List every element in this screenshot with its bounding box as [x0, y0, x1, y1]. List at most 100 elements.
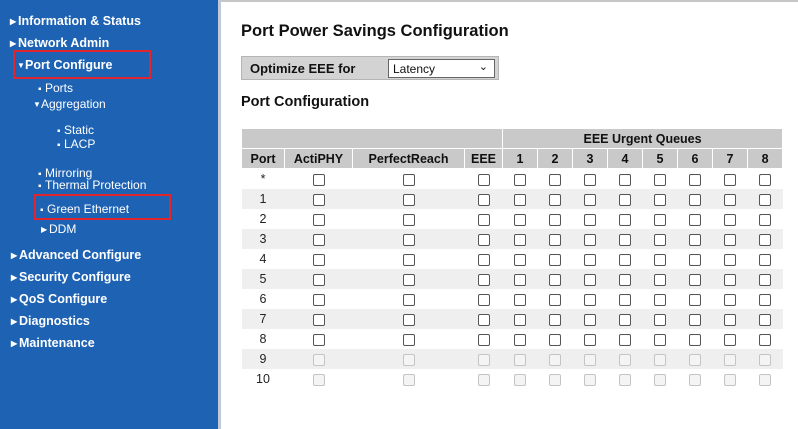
perfectreach-checkbox[interactable] — [402, 233, 415, 246]
queue-3-checkbox[interactable] — [584, 193, 596, 206]
queue-5-checkbox[interactable] — [654, 273, 666, 286]
queue-2-checkbox[interactable] — [549, 273, 561, 286]
perfectreach-checkbox[interactable] — [402, 273, 415, 286]
queue-7-checkbox[interactable] — [724, 173, 736, 186]
queue-6-checkbox[interactable] — [689, 293, 701, 306]
queue-3-checkbox[interactable] — [584, 273, 596, 286]
actiphy-checkbox[interactable] — [312, 293, 325, 306]
queue-1-checkbox[interactable] — [514, 333, 526, 346]
queue-4-checkbox[interactable] — [619, 193, 631, 206]
queue-3-checkbox[interactable] — [584, 293, 596, 306]
nav-network-admin[interactable]: ▶ Network Admin — [10, 36, 109, 51]
queue-7-checkbox[interactable] — [724, 273, 736, 286]
queue-7-checkbox[interactable] — [724, 253, 736, 266]
actiphy-checkbox[interactable] — [312, 313, 325, 326]
eee-checkbox[interactable] — [477, 213, 490, 226]
nav-diagnostics[interactable]: ▶ Diagnostics — [11, 314, 90, 329]
nav-information-status[interactable]: ▶ Information & Status — [10, 14, 141, 29]
queue-4-checkbox[interactable] — [619, 313, 631, 326]
actiphy-checkbox[interactable] — [312, 273, 325, 286]
queue-4-checkbox[interactable] — [619, 233, 631, 246]
queue-6-checkbox[interactable] — [689, 333, 701, 346]
queue-7-checkbox[interactable] — [724, 233, 736, 246]
eee-checkbox[interactable] — [477, 193, 490, 206]
queue-2-checkbox[interactable] — [549, 193, 561, 206]
queue-1-checkbox[interactable] — [514, 213, 526, 226]
perfectreach-checkbox[interactable] — [402, 293, 415, 306]
optimize-eee-select[interactable]: Latency ⌄ — [388, 59, 495, 78]
queue-3-checkbox[interactable] — [584, 233, 596, 246]
nav-aggregation[interactable]: ▼Aggregation — [33, 97, 106, 112]
queue-2-checkbox[interactable] — [549, 213, 561, 226]
perfectreach-checkbox[interactable] — [402, 213, 415, 226]
queue-7-checkbox[interactable] — [724, 313, 736, 326]
queue-1-checkbox[interactable] — [514, 173, 526, 186]
queue-7-checkbox[interactable] — [724, 193, 736, 206]
nav-qos-configure[interactable]: ▶ QoS Configure — [11, 292, 107, 307]
queue-2-checkbox[interactable] — [549, 293, 561, 306]
queue-8-checkbox[interactable] — [759, 313, 772, 326]
queue-1-checkbox[interactable] — [514, 253, 526, 266]
eee-checkbox[interactable] — [477, 333, 490, 346]
queue-3-checkbox[interactable] — [584, 173, 596, 186]
queue-5-checkbox[interactable] — [654, 293, 666, 306]
queue-6-checkbox[interactable] — [689, 253, 701, 266]
queue-8-checkbox[interactable] — [759, 213, 772, 226]
queue-8-checkbox[interactable] — [759, 333, 772, 346]
queue-5-checkbox[interactable] — [654, 233, 666, 246]
queue-6-checkbox[interactable] — [689, 273, 701, 286]
queue-2-checkbox[interactable] — [549, 333, 561, 346]
queue-5-checkbox[interactable] — [654, 313, 666, 326]
eee-checkbox[interactable] — [477, 233, 490, 246]
queue-8-checkbox[interactable] — [759, 253, 772, 266]
nav-security-configure[interactable]: ▶ Security Configure — [11, 270, 131, 285]
queue-1-checkbox[interactable] — [514, 233, 526, 246]
queue-4-checkbox[interactable] — [619, 293, 631, 306]
queue-3-checkbox[interactable] — [584, 313, 596, 326]
queue-2-checkbox[interactable] — [549, 313, 561, 326]
eee-checkbox[interactable] — [477, 173, 490, 186]
queue-5-checkbox[interactable] — [654, 333, 666, 346]
queue-2-checkbox[interactable] — [549, 253, 561, 266]
queue-8-checkbox[interactable] — [759, 193, 772, 206]
actiphy-checkbox[interactable] — [312, 233, 325, 246]
perfectreach-checkbox[interactable] — [402, 253, 415, 266]
queue-7-checkbox[interactable] — [724, 293, 736, 306]
eee-checkbox[interactable] — [477, 293, 490, 306]
perfectreach-checkbox[interactable] — [402, 333, 415, 346]
perfectreach-checkbox[interactable] — [402, 173, 415, 186]
queue-2-checkbox[interactable] — [549, 233, 561, 246]
queue-4-checkbox[interactable] — [619, 333, 631, 346]
eee-checkbox[interactable] — [477, 273, 490, 286]
queue-6-checkbox[interactable] — [689, 193, 701, 206]
queue-4-checkbox[interactable] — [619, 273, 631, 286]
queue-3-checkbox[interactable] — [584, 333, 596, 346]
nav-ports[interactable]: ▪ Ports — [38, 81, 73, 97]
queue-6-checkbox[interactable] — [689, 313, 701, 326]
nav-maintenance[interactable]: ▶ Maintenance — [11, 336, 95, 351]
perfectreach-checkbox[interactable] — [402, 313, 415, 326]
actiphy-checkbox[interactable] — [312, 213, 325, 226]
actiphy-checkbox[interactable] — [312, 253, 325, 266]
queue-7-checkbox[interactable] — [724, 333, 736, 346]
queue-1-checkbox[interactable] — [514, 273, 526, 286]
queue-4-checkbox[interactable] — [619, 173, 631, 186]
actiphy-checkbox[interactable] — [312, 173, 325, 186]
eee-checkbox[interactable] — [477, 253, 490, 266]
queue-5-checkbox[interactable] — [654, 253, 666, 266]
actiphy-checkbox[interactable] — [312, 333, 325, 346]
queue-7-checkbox[interactable] — [724, 213, 736, 226]
queue-6-checkbox[interactable] — [689, 173, 701, 186]
queue-2-checkbox[interactable] — [549, 173, 561, 186]
queue-6-checkbox[interactable] — [689, 213, 701, 226]
nav-advanced-configure[interactable]: ▶ Advanced Configure — [11, 248, 141, 263]
queue-4-checkbox[interactable] — [619, 253, 631, 266]
queue-8-checkbox[interactable] — [759, 273, 772, 286]
queue-1-checkbox[interactable] — [514, 313, 526, 326]
nav-ddm[interactable]: ▶ DDM — [41, 222, 76, 237]
queue-3-checkbox[interactable] — [584, 213, 596, 226]
queue-1-checkbox[interactable] — [514, 293, 526, 306]
queue-1-checkbox[interactable] — [514, 193, 526, 206]
queue-5-checkbox[interactable] — [654, 213, 666, 226]
queue-8-checkbox[interactable] — [759, 293, 772, 306]
